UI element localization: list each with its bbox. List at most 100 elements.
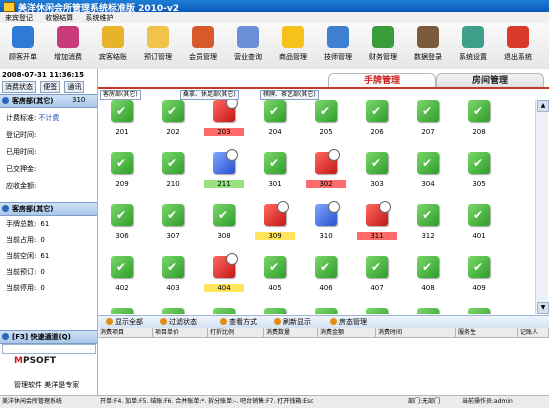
section-bullet-icon <box>2 97 9 104</box>
stat-field: 当前停用: 0 <box>6 283 45 293</box>
department-tabs: 客房部(其它) 桑拿、休足部(其它) 棋牌、茶艺部(其它) <box>100 90 547 100</box>
room-tile[interactable]: 311 <box>357 201 397 249</box>
quick-channel-header[interactable]: [F3] 快速通道(Q) <box>0 330 97 344</box>
column-header[interactable]: 消费项目 <box>98 328 153 337</box>
room-tile[interactable]: ✔ 206 <box>357 100 397 145</box>
room-tile[interactable]: ✔ 210 <box>153 152 193 197</box>
room-number: 309 <box>255 232 295 240</box>
room-tile[interactable]: ✔ <box>408 308 448 314</box>
room-tile[interactable]: ✔ <box>357 308 397 314</box>
column-header[interactable]: 消费金额 <box>318 328 376 337</box>
room-available-icon: ✔ <box>315 100 337 122</box>
toolbar-button-4[interactable]: 会员管理 <box>184 26 222 68</box>
toolbar-button-3[interactable]: 预订管理 <box>139 26 177 68</box>
tab-notes[interactable]: 便签 <box>40 81 61 93</box>
field-label: 应收金额: <box>6 182 37 190</box>
check-icon: ✔ <box>167 156 178 170</box>
toolbar-button-1[interactable]: 增加消费 <box>49 26 87 68</box>
room-tile[interactable]: ✔ <box>102 308 142 314</box>
stat-value: 0 <box>40 284 45 292</box>
action-button-2[interactable]: 查看方式 <box>220 317 257 327</box>
room-tile[interactable]: ✔ 209 <box>102 152 142 197</box>
tab-consume-status[interactable]: 消费状态 <box>2 81 36 93</box>
room-available-icon: ✔ <box>366 152 388 174</box>
add-consume-icon <box>57 26 79 48</box>
status-shortcuts: 开单:F4. 加单:F5. 结账:F6. 合并账单:*. 拆分账单:-. 吧台销… <box>100 398 314 405</box>
room-tile[interactable]: ✔ 307 <box>153 204 193 249</box>
member-icon <box>192 26 214 48</box>
room-number: 305 <box>472 180 486 188</box>
tab-contacts[interactable]: 通讯 <box>64 81 85 93</box>
toolbar-button-5[interactable]: 营业查询 <box>229 26 267 68</box>
room-tile[interactable]: ✔ <box>255 308 295 314</box>
scroll-up-icon[interactable]: ▲ <box>537 100 549 112</box>
column-header[interactable]: 打折比例 <box>208 328 264 337</box>
room-tile[interactable]: ✔ 207 <box>408 100 448 145</box>
room-tile[interactable]: ✔ 303 <box>357 152 397 197</box>
vertical-scrollbar[interactable]: ▲ ▼ <box>535 100 549 314</box>
room-tile[interactable]: ✔ 312 <box>408 204 448 249</box>
room-tile[interactable]: 211 <box>204 149 244 197</box>
room-number: 310 <box>319 232 333 240</box>
room-tile[interactable]: 302 <box>306 149 346 197</box>
toolbar-button-7[interactable]: 技师管理 <box>319 26 357 68</box>
room-number: 312 <box>421 232 435 240</box>
room-tile[interactable]: 203 <box>204 100 244 145</box>
room-tile[interactable]: ✔ <box>459 308 499 314</box>
column-header[interactable]: 记账人 <box>518 328 549 337</box>
room-tile[interactable]: ✔ 304 <box>408 152 448 197</box>
room-tile[interactable]: ✔ 205 <box>306 100 346 145</box>
scroll-down-icon[interactable]: ▼ <box>537 302 549 314</box>
toolbar-button-10[interactable]: 系统设置 <box>454 26 492 68</box>
room-tile[interactable]: ✔ 201 <box>102 100 142 145</box>
column-header[interactable]: 消费时间 <box>376 328 456 337</box>
toolbar-label: 财务管理 <box>369 53 397 61</box>
stat-value: 61 <box>40 220 50 228</box>
action-button-0[interactable]: 显示全部 <box>106 317 143 327</box>
room-tile[interactable]: ✔ 208 <box>459 100 499 145</box>
room-tile[interactable]: ✔ 409 <box>459 256 499 301</box>
room-tile[interactable]: ✔ 401 <box>459 204 499 249</box>
room-number: 206 <box>370 128 384 136</box>
room-tile[interactable]: ✔ <box>306 308 346 314</box>
toolbar-button-0[interactable]: 顾客开单 <box>4 26 42 68</box>
room-tile[interactable]: 404 <box>204 253 244 301</box>
column-header[interactable]: 项目单价 <box>153 328 208 337</box>
stat-label: 当前占用: <box>6 236 37 244</box>
field-value: 不计费 <box>38 114 60 122</box>
room-tile[interactable]: ✔ 204 <box>255 100 295 145</box>
toolbar-button-8[interactable]: 财务管理 <box>364 26 402 68</box>
room-tile[interactable]: 309 <box>255 201 295 249</box>
action-button-1[interactable]: 过滤状态 <box>160 317 197 327</box>
room-tile[interactable]: ✔ 305 <box>459 152 499 197</box>
room-tile[interactable]: ✔ 402 <box>102 256 142 301</box>
action-label: 过滤状态 <box>169 318 197 326</box>
toolbar-button-2[interactable]: 宾客结账 <box>94 26 132 68</box>
quick-channel-input[interactable] <box>2 344 96 354</box>
room-tile[interactable]: ✔ 403 <box>153 256 193 301</box>
column-header[interactable]: 服务生 <box>456 328 518 337</box>
room-tile[interactable]: ✔ 301 <box>255 152 295 197</box>
room-tile[interactable]: ✔ 407 <box>357 256 397 301</box>
stat-label: 手牌总数: <box>6 220 37 228</box>
toolbar-button-11[interactable]: 退出系统 <box>499 26 537 68</box>
room-tile[interactable]: ✔ <box>204 308 244 314</box>
action-button-4[interactable]: 房态管理 <box>330 317 367 327</box>
room-tile[interactable]: ✔ 308 <box>204 204 244 249</box>
tab-dept-rooms[interactable]: 客房部(其它) <box>100 90 141 100</box>
room-available-icon: ✔ <box>417 308 439 314</box>
room-tile[interactable]: ✔ <box>153 308 193 314</box>
room-tile[interactable]: 310 <box>306 201 346 249</box>
toolbar-button-6[interactable]: 商品管理 <box>274 26 312 68</box>
action-button-3[interactable]: 刷新显示 <box>274 317 311 327</box>
room-tile[interactable]: ✔ 306 <box>102 204 142 249</box>
room-tile[interactable]: ✔ 406 <box>306 256 346 301</box>
room-tile[interactable]: ✔ 202 <box>153 100 193 145</box>
room-tile[interactable]: ✔ 408 <box>408 256 448 301</box>
app-icon <box>3 2 15 12</box>
toolbar-button-9[interactable]: 数据登录 <box>409 26 447 68</box>
tab-dept-sauna[interactable]: 桑拿、休足部(其它) <box>180 90 239 100</box>
column-header[interactable]: 消费数量 <box>264 328 318 337</box>
room-tile[interactable]: ✔ 405 <box>255 256 295 301</box>
tab-dept-chess[interactable]: 棋牌、茶艺部(其它) <box>260 90 319 100</box>
